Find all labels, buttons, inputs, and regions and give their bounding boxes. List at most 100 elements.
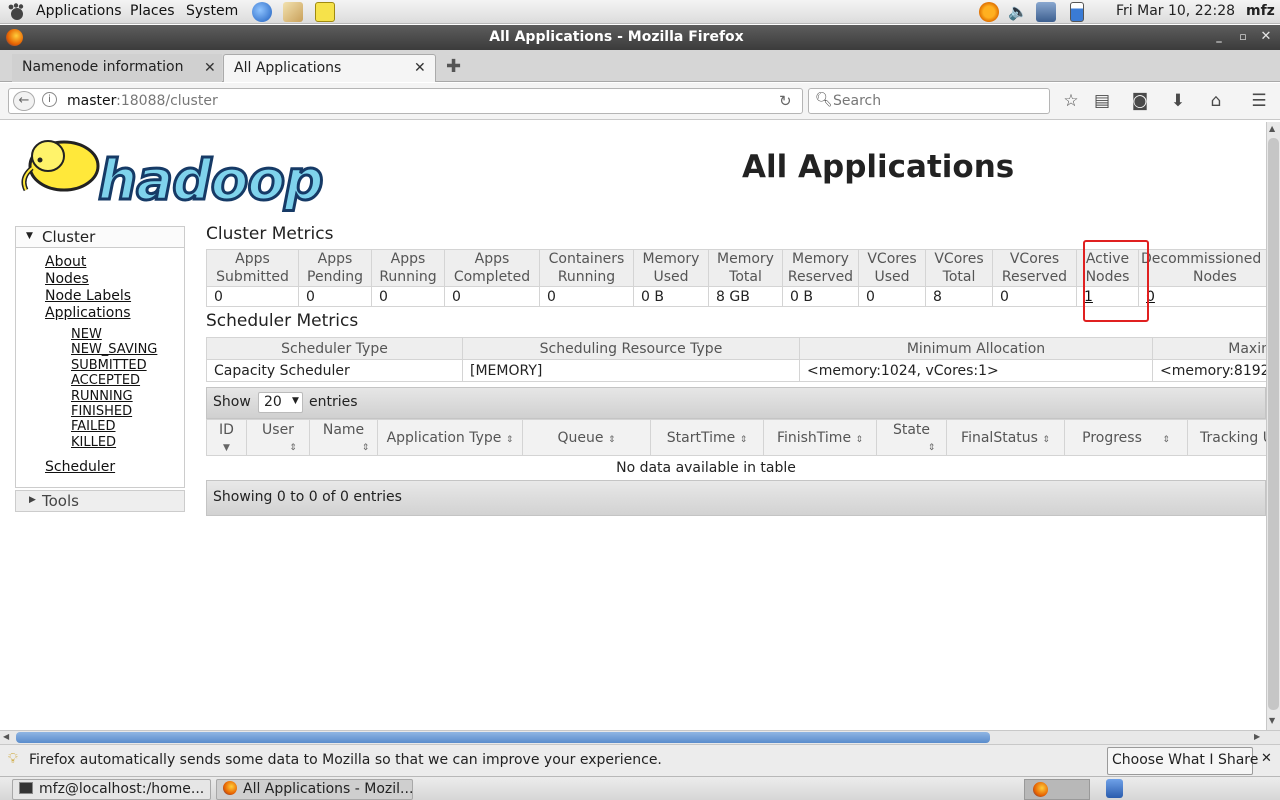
reload-icon[interactable]: ↻ — [779, 92, 792, 110]
sidebar-link-about[interactable]: About — [45, 254, 86, 270]
column-progress[interactable]: Progress ⇕ — [1064, 419, 1188, 456]
choose-what-i-share-button[interactable]: Choose What I Share — [1107, 747, 1258, 775]
entries-summary: Showing 0 to 0 of 0 entries — [213, 489, 402, 505]
menu-applications[interactable]: Applications — [36, 3, 122, 19]
header-vcores-used: VCores Used — [858, 249, 926, 287]
column-queue[interactable]: Queue ⇕ — [522, 419, 651, 456]
column-user[interactable]: User ⇕ — [246, 419, 310, 456]
header-memory-used: Memory Used — [633, 249, 709, 287]
column-application-type[interactable]: Application Type ⇕ — [377, 419, 523, 456]
info-icon[interactable]: i — [42, 92, 57, 107]
sort-icon: ⇕ — [1042, 434, 1050, 445]
maximize-icon[interactable]: ▫ — [1235, 29, 1251, 45]
sidebar-link-app-new-saving[interactable]: NEW_SAVING — [71, 342, 157, 357]
vertical-scroll-thumb[interactable] — [1268, 138, 1279, 710]
cluster-label: Cluster — [42, 228, 96, 246]
bookmark-star-icon[interactable]: ☆ — [1061, 91, 1081, 111]
column-tracking-ui[interactable]: Tracking UI — [1187, 419, 1266, 456]
gnome-foot-icon[interactable] — [7, 3, 27, 21]
close-tab-icon[interactable]: ✕ — [204, 60, 216, 76]
column-label: Name — [322, 421, 365, 438]
horizontal-scrollbar[interactable]: ◀ ▶ — [0, 730, 1280, 744]
page-size-select[interactable]: 20 ▼ — [258, 392, 303, 413]
workspace-switcher[interactable] — [1024, 779, 1090, 800]
tab-namenode-information[interactable]: Namenode information — [12, 54, 222, 82]
battery-icon[interactable] — [1070, 2, 1084, 22]
menu-places[interactable]: Places — [130, 3, 175, 19]
header-line: Memory — [792, 251, 849, 267]
notes-launcher-icon[interactable] — [315, 2, 335, 22]
taskbar-firefox[interactable]: All Applications - Mozil... — [216, 779, 413, 800]
reading-list-icon[interactable]: ▤ — [1092, 91, 1112, 111]
column-name[interactable]: Name ⇕ — [309, 419, 378, 456]
dropdown-arrow-icon: ▼ — [292, 396, 299, 406]
header-apps-completed: Apps Completed — [444, 249, 540, 287]
menu-system[interactable]: System — [186, 3, 238, 19]
column-final-status[interactable]: FinalStatus ⇕ — [946, 419, 1065, 456]
back-arrow-icon[interactable]: ← — [13, 91, 35, 111]
vertical-scrollbar[interactable]: ▲ ▼ — [1266, 122, 1280, 730]
header-scheduling-resource-type: Scheduling Resource Type — [462, 337, 800, 360]
pocket-icon[interactable]: ◙ — [1130, 91, 1150, 111]
sidebar-link-app-failed[interactable]: FAILED — [71, 419, 115, 434]
sidebar-link-app-killed[interactable]: KILLED — [71, 435, 116, 450]
entries-label: entries — [309, 394, 358, 410]
scroll-left-arrow-icon[interactable]: ◀ — [3, 732, 9, 741]
taskbar-terminal-label: mfz@localhost:/home... — [39, 781, 205, 797]
header-line: VCores — [1009, 251, 1060, 267]
close-tab-icon[interactable]: ✕ — [414, 60, 426, 76]
tab-all-applications[interactable]: All Applications — [223, 54, 436, 82]
column-label: User — [262, 421, 294, 438]
sidebar-link-applications[interactable]: Applications — [45, 305, 131, 321]
notification-message: Firefox automatically sends some data to… — [29, 752, 662, 768]
search-box[interactable]: 🔍︎ Search — [808, 88, 1050, 114]
url-bar[interactable]: ← i master:18088/cluster ↻ — [8, 88, 803, 114]
sidebar-link-app-finished[interactable]: FINISHED — [71, 404, 132, 419]
sidebar-link-node-labels[interactable]: Node Labels — [45, 288, 131, 304]
user-name[interactable]: mfz — [1246, 3, 1275, 19]
close-window-icon[interactable]: ✕ — [1258, 29, 1274, 45]
show-label: Show — [213, 394, 251, 410]
sidebar-link-nodes[interactable]: Nodes — [45, 271, 89, 287]
clock[interactable]: Fri Mar 10, 22:28 — [1116, 3, 1235, 19]
sidebar-link-app-submitted[interactable]: SUBMITTED — [71, 358, 147, 373]
volume-icon[interactable]: 🔈 — [1008, 2, 1028, 21]
header-decommissioned-nodes: Decommissioned Nodes — [1138, 249, 1266, 287]
header-line: Pending — [307, 269, 363, 285]
column-state[interactable]: State ⇕ — [876, 419, 947, 456]
home-icon[interactable]: ⌂ — [1206, 91, 1226, 111]
column-start-time[interactable]: StartTime ⇕ — [650, 419, 764, 456]
value-minimum-allocation: <memory:1024, vCores:1> — [799, 359, 1153, 382]
taskbar-terminal[interactable]: mfz@localhost:/home... — [12, 779, 211, 800]
minimize-icon[interactable]: _ — [1211, 29, 1227, 45]
column-id[interactable]: ID ▼ — [206, 419, 247, 456]
taskbar-firefox-label: All Applications - Mozil... — [243, 781, 413, 797]
tools-section-header[interactable]: ▶ Tools — [15, 490, 185, 512]
column-label: StartTime — [666, 429, 736, 446]
value-memory-total: 8 GB — [708, 286, 783, 307]
network-icon[interactable] — [1036, 2, 1056, 22]
sidebar-link-app-new[interactable]: NEW — [71, 327, 102, 342]
menu-hamburger-icon[interactable]: ☰ — [1249, 91, 1269, 111]
sidebar-link-app-accepted[interactable]: ACCEPTED — [71, 373, 140, 388]
scroll-up-arrow-icon[interactable]: ▲ — [1269, 124, 1275, 133]
new-tab-icon[interactable]: ✚ — [446, 56, 461, 77]
downloads-icon[interactable]: ⬇ — [1168, 91, 1188, 111]
header-memory-total: Memory Total — [708, 249, 783, 287]
close-notification-icon[interactable]: ✕ — [1261, 751, 1272, 766]
bottom-taskbar: mfz@localhost:/home... All Applications … — [0, 776, 1280, 800]
horizontal-scroll-thumb[interactable] — [16, 732, 990, 743]
value-decommissioned-nodes: 0 — [1138, 286, 1266, 307]
mail-launcher-icon[interactable] — [283, 2, 303, 22]
scroll-down-arrow-icon[interactable]: ▼ — [1269, 716, 1275, 725]
scroll-right-arrow-icon[interactable]: ▶ — [1254, 732, 1260, 741]
cluster-section-header[interactable]: ▼ Cluster — [16, 227, 184, 248]
sidebar-link-app-running[interactable]: RUNNING — [71, 389, 133, 404]
sidebar-link-scheduler[interactable]: Scheduler — [45, 459, 115, 475]
web-browser-launcher-icon[interactable] — [252, 2, 272, 22]
column-finish-time[interactable]: FinishTime ⇕ — [763, 419, 877, 456]
window-title: All Applications - Mozilla Firefox — [489, 29, 744, 45]
url-text: master:18088/cluster — [67, 93, 218, 109]
update-notifier-icon[interactable] — [979, 2, 999, 22]
trash-icon[interactable] — [1106, 779, 1123, 798]
